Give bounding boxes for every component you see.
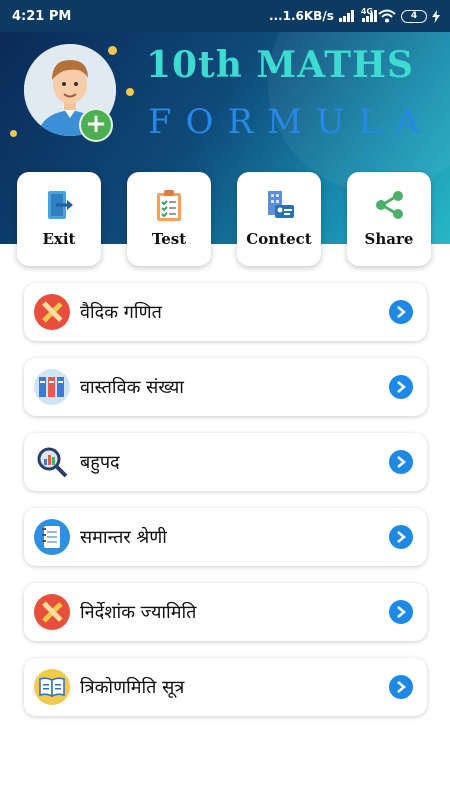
- topic-row-arithmetic-progression[interactable]: समान्तर श्रेणी: [24, 508, 427, 566]
- topic-row-coordinate-geometry[interactable]: निर्देशांक ज्यामिति: [24, 583, 427, 641]
- share-label: Share: [364, 230, 414, 248]
- topic-label: निर्देशांक ज्यामिति: [80, 602, 197, 623]
- signal-icon: [338, 10, 355, 22]
- wifi-icon: [378, 9, 396, 23]
- network-speed: ...1.6KB/s: [268, 9, 334, 23]
- magnifier-chart-icon: [34, 444, 70, 480]
- plus-icon: +: [85, 109, 107, 139]
- topic-label: समान्तर श्रेणी: [80, 527, 167, 548]
- network-type: 4G: [360, 6, 373, 16]
- chevron-right-icon: [389, 600, 413, 624]
- open-book-icon: [34, 669, 70, 705]
- decor-dot: [126, 88, 134, 96]
- status-time: 4:21 PM: [12, 8, 72, 24]
- status-bar: 4:21 PM ...1.6KB/s 4G 4: [0, 0, 450, 32]
- pencil-ruler-icon: [34, 294, 70, 330]
- chevron-right-icon: [389, 675, 413, 699]
- status-indicators: ...1.6KB/s 4G 4: [268, 6, 440, 23]
- clipboard-checklist-icon: [157, 190, 181, 221]
- share-icon: [376, 191, 403, 219]
- add-photo-button[interactable]: +: [79, 108, 113, 142]
- decor-dot: [10, 130, 17, 137]
- topic-label: बहुपद: [80, 452, 120, 473]
- app-title-line1: 10th MATHS: [146, 44, 415, 86]
- chevron-right-icon: [389, 300, 413, 324]
- battery-icon: 4: [401, 9, 427, 23]
- exit-button[interactable]: Exit: [17, 172, 101, 266]
- contact-card-icon: [268, 191, 294, 218]
- topic-row-vedic-maths[interactable]: वैदिक गणित: [24, 283, 427, 341]
- topic-row-polynomials[interactable]: बहुपद: [24, 433, 427, 491]
- pencil-ruler-icon: [34, 594, 70, 630]
- chevron-right-icon: [389, 450, 413, 474]
- battery-level: 4: [410, 11, 418, 21]
- charging-icon: [432, 9, 440, 23]
- topic-label: त्रिकोणमिति सूत्र: [80, 677, 185, 698]
- contect-button[interactable]: Contect: [237, 172, 321, 266]
- app-title-line2: FORMULA: [148, 102, 434, 142]
- decor-dot: [108, 46, 117, 55]
- topic-row-trigonometry-formula[interactable]: त्रिकोणमिति सूत्र: [24, 658, 427, 716]
- topic-label: वैदिक गणित: [80, 302, 162, 323]
- chevron-right-icon: [389, 375, 413, 399]
- topic-row-real-numbers[interactable]: वास्तविक संख्या: [24, 358, 427, 416]
- books-icon: [34, 369, 70, 405]
- chevron-right-icon: [389, 525, 413, 549]
- topic-label: वास्तविक संख्या: [80, 377, 184, 398]
- share-button[interactable]: Share: [347, 172, 431, 266]
- exit-icon: [48, 191, 73, 219]
- test-label: Test: [151, 230, 187, 248]
- exit-label: Exit: [42, 230, 76, 248]
- contect-label: Contect: [246, 230, 312, 248]
- topic-list: वैदिक गणित वास्तविक संख्या बहुपद समान्तर…: [24, 283, 427, 733]
- test-button[interactable]: Test: [127, 172, 211, 266]
- notepad-icon: [34, 519, 70, 555]
